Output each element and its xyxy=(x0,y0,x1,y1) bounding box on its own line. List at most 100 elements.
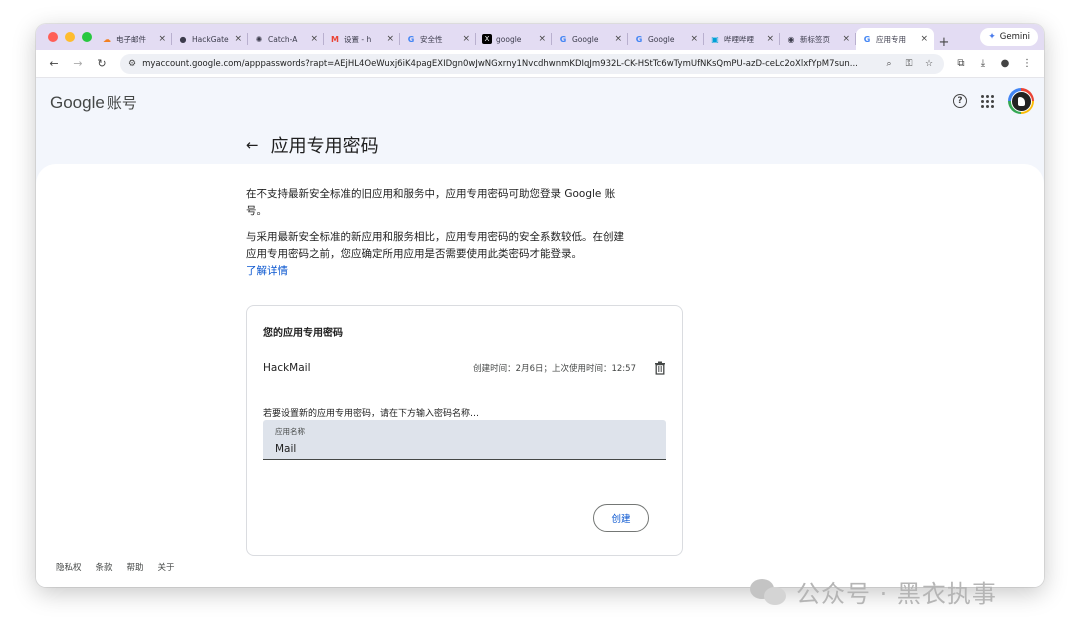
star-icon[interactable]: ☆ xyxy=(922,59,936,69)
close-window-button[interactable] xyxy=(48,32,58,42)
google-icon: G xyxy=(559,34,567,44)
url-text[interactable]: myaccount.google.com/apppasswords?rapt=A… xyxy=(142,59,876,69)
page-content: Google 账号 ? ← 应用专用密码 在不支持最新安全标准的旧应用和服务中，… xyxy=(36,78,1044,587)
x-icon: X xyxy=(482,34,492,44)
openai-icon: ✺ xyxy=(255,34,263,44)
watermark-text: 公众号 · 黑衣执事 xyxy=(796,580,997,608)
tab-bilibili[interactable]: ▣ 哔哩哔哩 × xyxy=(704,28,780,50)
card-title: 您的应用专用密码 xyxy=(263,328,343,339)
tab-gmail-settings[interactable]: M 设置 - h × xyxy=(324,28,400,50)
trash-icon[interactable] xyxy=(654,361,666,375)
chrome-icon: ◉ xyxy=(787,34,795,44)
intro-paragraph-2-text: 与采用最新安全标准的新应用和服务相比，应用专用密码的安全系数较低。在创建应用专用… xyxy=(246,231,624,260)
footer: 隐私权 条款 帮助 关于 xyxy=(56,561,175,573)
google-logo: Google xyxy=(50,93,105,112)
gemini-label: Gemini xyxy=(999,32,1030,42)
watermark: 公众号 · 黑衣执事 xyxy=(750,574,997,609)
address-bar[interactable]: ⚙ myaccount.google.com/apppasswords?rapt… xyxy=(120,53,944,74)
maximize-window-button[interactable] xyxy=(82,32,92,42)
tab-close-icon[interactable]: × xyxy=(538,34,546,44)
page-title: 应用专用密码 xyxy=(270,136,379,157)
tab-close-icon[interactable]: × xyxy=(386,34,394,44)
intro-paragraph-1: 在不支持最新安全标准的旧应用和服务中，应用专用密码可助您登录 Google 账号… xyxy=(246,188,616,217)
tab-title: 应用专用 xyxy=(876,34,906,44)
profile-icon[interactable]: ● xyxy=(994,58,1016,69)
forward-icon[interactable]: → xyxy=(66,57,90,70)
intro-paragraph-2: 与采用最新安全标准的新应用和服务相比，应用专用密码的安全系数较低。在创建应用专用… xyxy=(246,229,631,280)
app-password-name: HackMail xyxy=(263,362,311,374)
help-icon[interactable]: ? xyxy=(953,94,967,108)
tab-close-icon[interactable]: × xyxy=(920,34,928,44)
tab-title: 哔哩哔哩 xyxy=(724,34,754,44)
tab-new-tab-page[interactable]: ◉ 新标签页 × xyxy=(780,28,856,50)
tab-title: 设置 - h xyxy=(344,34,372,44)
extensions-icon[interactable]: ⧉ xyxy=(950,58,972,69)
tab-close-icon[interactable]: × xyxy=(842,34,850,44)
wechat-icon xyxy=(750,577,788,607)
page-title-row: ← 应用专用密码 xyxy=(246,132,379,158)
tab-title: 新标签页 xyxy=(800,34,830,44)
gmail-icon: M xyxy=(331,34,339,44)
tab-close-icon[interactable]: × xyxy=(234,34,242,44)
tab-google-2[interactable]: G Google × xyxy=(628,28,704,50)
header-actions: ? xyxy=(953,88,1034,114)
tab-close-icon[interactable]: × xyxy=(690,34,698,44)
minimize-window-button[interactable] xyxy=(65,32,75,42)
back-arrow-icon[interactable]: ← xyxy=(246,136,259,154)
footer-link-help[interactable]: 帮助 xyxy=(127,561,144,573)
tab-google-1[interactable]: G Google × xyxy=(552,28,628,50)
tab-security[interactable]: G 安全性 × xyxy=(400,28,476,50)
window-controls xyxy=(36,32,96,42)
tab-catch[interactable]: ✺ Catch-A × xyxy=(248,28,324,50)
tab-app-passwords[interactable]: G 应用专用 × xyxy=(856,28,934,50)
zoom-icon[interactable]: ⌕ xyxy=(882,59,896,69)
footer-link-about[interactable]: 关于 xyxy=(158,561,175,573)
list-item: HackMail 创建时间：2月6日；上次使用时间：12:57 xyxy=(263,358,666,378)
github-icon: ● xyxy=(179,34,187,44)
app-name-input[interactable] xyxy=(275,443,654,455)
new-tab-button[interactable]: + xyxy=(934,35,954,50)
tab-close-icon[interactable]: × xyxy=(462,34,470,44)
tab-title: HackGate xyxy=(192,34,229,44)
tabs: ☁ 电子邮件 × ● HackGate × ✺ Catch-A × M 设置 -… xyxy=(96,24,954,50)
tab-x-google[interactable]: X google × xyxy=(476,28,552,50)
tab-close-icon[interactable]: × xyxy=(158,34,166,44)
avatar-image xyxy=(1010,90,1032,112)
tab-close-icon[interactable]: × xyxy=(766,34,774,44)
download-icon[interactable]: ⤓ xyxy=(972,58,994,69)
google-account-logo[interactable]: Google 账号 xyxy=(50,92,137,113)
back-icon[interactable]: ← xyxy=(42,57,66,70)
main-surface: 在不支持最新安全标准的旧应用和服务中，应用专用密码可助您登录 Google 账号… xyxy=(36,164,1044,587)
more-menu-icon[interactable]: ⋮ xyxy=(1016,58,1038,69)
tab-title: Google xyxy=(572,34,599,44)
tab-title: 电子邮件 xyxy=(116,34,146,44)
tab-hackgate[interactable]: ● HackGate × xyxy=(172,28,248,50)
tab-title: 安全性 xyxy=(420,34,443,44)
learn-more-link[interactable]: 了解详情 xyxy=(246,265,288,277)
app-name-field[interactable]: 应用名称 xyxy=(263,420,666,460)
browser-toolbar: ← → ↻ ⚙ myaccount.google.com/apppassword… xyxy=(36,50,1044,78)
tab-close-icon[interactable]: × xyxy=(310,34,318,44)
apps-grid-icon[interactable] xyxy=(981,94,994,108)
create-button[interactable]: 创建 xyxy=(593,504,649,532)
intro-text: 在不支持最新安全标准的旧应用和服务中，应用专用密码可助您登录 Google 账号… xyxy=(246,186,631,289)
app-name-label: 应用名称 xyxy=(275,427,305,436)
app-passwords-card: 您的应用专用密码 HackMail 创建时间：2月6日；上次使用时间：12:57 xyxy=(246,305,683,556)
account-label: 账号 xyxy=(106,94,137,112)
tab-strip: ☁ 电子邮件 × ● HackGate × ✺ Catch-A × M 设置 -… xyxy=(36,24,1044,50)
google-icon: G xyxy=(635,34,643,44)
reload-icon[interactable]: ↻ xyxy=(90,57,114,70)
app-password-meta: 创建时间：2月6日；上次使用时间：12:57 xyxy=(473,364,636,374)
gemini-button[interactable]: ✦ Gemini xyxy=(980,28,1038,46)
footer-link-privacy[interactable]: 隐私权 xyxy=(56,561,82,573)
tab-email[interactable]: ☁ 电子邮件 × xyxy=(96,28,172,50)
footer-link-terms[interactable]: 条款 xyxy=(96,561,113,573)
key-icon[interactable]: ⚿ xyxy=(902,59,916,69)
google-icon: G xyxy=(863,34,871,44)
browser-window: ☁ 电子邮件 × ● HackGate × ✺ Catch-A × M 设置 -… xyxy=(36,24,1044,587)
site-info-icon[interactable]: ⚙ xyxy=(128,59,136,69)
tab-close-icon[interactable]: × xyxy=(614,34,622,44)
avatar[interactable] xyxy=(1008,88,1034,114)
google-icon: G xyxy=(407,34,415,44)
tab-title: Catch-A xyxy=(268,34,298,44)
